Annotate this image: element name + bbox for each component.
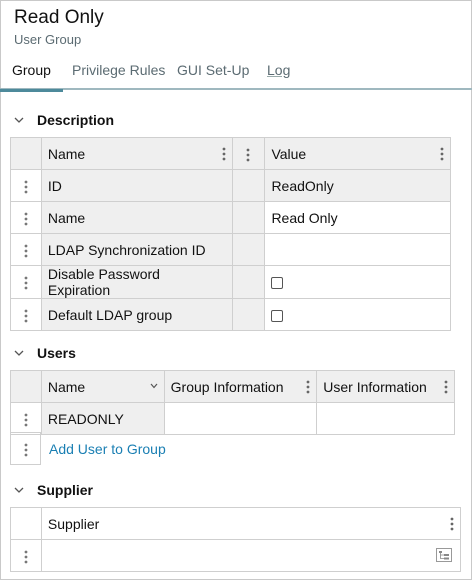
column-header-name[interactable]: Name (40, 370, 165, 403)
table-row[interactable] (10, 539, 462, 572)
row-spacer-cell (231, 169, 266, 202)
chevron-down-icon[interactable] (14, 115, 24, 125)
row-value-input[interactable] (264, 233, 451, 266)
page-subtitle: User Group (14, 32, 82, 47)
supplier-section-header[interactable]: Supplier (14, 482, 93, 498)
row-value-input[interactable]: Read Only (264, 201, 451, 234)
add-row-drag-handle[interactable] (10, 432, 41, 465)
drag-handle-icon[interactable] (24, 212, 28, 226)
column-header-name-label: Name (47, 378, 86, 395)
chevron-down-icon[interactable] (14, 485, 24, 495)
description-section-header[interactable]: Description (14, 112, 114, 128)
supplier-section-title: Supplier (37, 482, 94, 498)
table-header-row: Name Group Information User Information (10, 370, 455, 403)
tab-log[interactable]: Log (267, 62, 290, 84)
row-name-cell: ID (40, 169, 233, 202)
table-row[interactable]: ID ReadOnly (10, 169, 451, 202)
drag-handle-icon[interactable] (24, 413, 28, 427)
column-header-supplier[interactable]: Supplier (40, 507, 462, 540)
drag-handle-icon[interactable] (24, 309, 28, 323)
row-value-cell: ReadOnly (264, 169, 451, 202)
users-table: Name Group Information User Information … (10, 370, 455, 435)
tab-gui-setup[interactable]: GUI Set-Up (177, 62, 249, 84)
sort-chevron-icon[interactable] (150, 383, 158, 389)
default-ldap-group-checkbox[interactable] (271, 309, 284, 322)
add-user-to-group-link[interactable]: Add User to Group (49, 441, 166, 457)
column-header-value-label: Value (271, 145, 307, 162)
table-header-row: Name Value (10, 137, 451, 170)
column-menu-icon[interactable] (450, 517, 454, 531)
column-header-name[interactable]: Name (40, 137, 233, 170)
column-header-group-information[interactable]: Group Information (163, 370, 318, 403)
table-row[interactable]: LDAP Synchronization ID (10, 233, 451, 266)
column-header-name-label: Name (47, 145, 86, 162)
user-name-cell[interactable]: READONLY (40, 402, 165, 435)
users-section-title: Users (37, 345, 76, 361)
header-grip-cell (10, 137, 42, 170)
table-row[interactable]: Disable Password Expiration (10, 265, 451, 299)
tab-privilege-rules[interactable]: Privilege Rules (72, 62, 165, 84)
drag-handle-icon[interactable] (24, 550, 28, 564)
page-title: Read Only (14, 7, 104, 28)
tab-bar: Group Privilege Rules GUI Set-Up Log (0, 58, 472, 92)
table-row[interactable]: Name Read Only (10, 201, 451, 234)
column-menu-icon[interactable] (306, 380, 310, 394)
user-user-information-cell[interactable] (316, 402, 455, 435)
column-header-supplier-label: Supplier (47, 515, 100, 532)
row-spacer-cell (231, 233, 266, 266)
row-drag-handle[interactable] (10, 298, 42, 331)
column-menu-icon[interactable] (440, 147, 444, 161)
row-drag-handle[interactable] (10, 539, 42, 572)
row-name-cell: Name (40, 201, 233, 234)
chevron-down-icon[interactable] (14, 348, 24, 358)
header-grip-cell (10, 507, 42, 540)
drag-handle-icon[interactable] (24, 443, 28, 457)
drag-handle-icon[interactable] (24, 276, 28, 290)
description-table: Name Value ID ReadOnly Name Read Only LD… (10, 137, 451, 331)
row-drag-handle[interactable] (10, 169, 42, 202)
row-drag-handle[interactable] (10, 201, 42, 234)
column-menu-icon[interactable] (444, 380, 448, 394)
row-value-cell (264, 298, 451, 331)
description-section-title: Description (37, 112, 115, 128)
drag-handle-icon[interactable] (24, 244, 28, 258)
users-section-header[interactable]: Users (14, 345, 76, 361)
row-name-cell: Default LDAP group (40, 298, 233, 331)
supplier-table: Supplier (10, 507, 462, 572)
column-header-user-information[interactable]: User Information (316, 370, 455, 403)
tree-lookup-icon[interactable] (436, 548, 452, 562)
row-drag-handle[interactable] (10, 265, 42, 299)
column-menu-icon[interactable] (246, 148, 250, 162)
drag-handle-icon[interactable] (24, 180, 28, 194)
header-spacer-cell (231, 137, 266, 170)
row-name-cell: LDAP Synchronization ID (40, 233, 233, 266)
column-menu-icon[interactable] (222, 147, 226, 161)
row-drag-handle[interactable] (10, 233, 42, 266)
table-row[interactable]: Default LDAP group (10, 298, 451, 331)
column-header-group-information-label: Group Information (170, 378, 284, 395)
table-header-row: Supplier (10, 507, 462, 540)
row-value-cell (264, 265, 451, 299)
row-spacer-cell (231, 201, 266, 234)
tab-group[interactable]: Group (0, 62, 63, 92)
supplier-input-cell[interactable] (40, 539, 462, 572)
row-spacer-cell (231, 298, 266, 331)
column-header-value[interactable]: Value (264, 137, 451, 170)
row-spacer-cell (231, 265, 266, 299)
disable-password-expiration-checkbox[interactable] (271, 277, 284, 290)
user-group-information-cell[interactable] (163, 402, 318, 435)
column-header-user-information-label: User Information (323, 378, 427, 395)
row-name-cell: Disable Password Expiration (40, 265, 233, 299)
table-row[interactable]: READONLY (10, 402, 455, 435)
row-drag-handle[interactable] (10, 402, 42, 435)
header-grip-cell (10, 370, 42, 403)
